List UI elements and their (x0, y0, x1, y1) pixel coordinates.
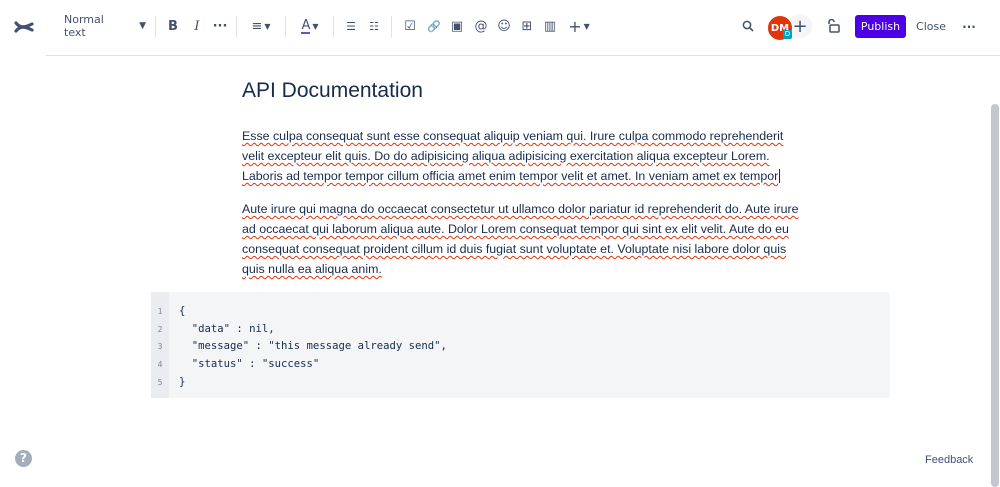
action-item-button[interactable]: ☑ (399, 14, 421, 38)
toolbar-divider (333, 16, 334, 38)
insert-button[interactable]: + ▼ (564, 14, 594, 38)
unlock-icon (828, 19, 840, 33)
code-content[interactable]: { "data" : nil, "message" : "this messag… (169, 292, 447, 398)
toolbar-divider (285, 16, 286, 38)
avatar-badge: D (783, 30, 792, 39)
left-sidebar: ? (0, 0, 46, 487)
line-number: 5 (157, 377, 163, 387)
paragraph-2-text: Aute irure qui magna do occaecat consect… (242, 202, 799, 276)
emoji-button[interactable]: ☺ (493, 14, 515, 38)
text-color-icon: A (301, 17, 311, 34)
chevron-down-icon: ▼ (139, 21, 146, 31)
restrictions-button[interactable] (824, 14, 846, 38)
plus-icon: + (568, 16, 582, 36)
line-number: 2 (157, 324, 163, 334)
bold-button[interactable]: B (162, 14, 184, 38)
table-button[interactable]: ⊞ (516, 14, 538, 38)
toolbar-divider (236, 16, 237, 38)
code-line: } (179, 375, 186, 388)
close-button[interactable]: Close (912, 15, 950, 38)
layouts-button[interactable]: ▥ (539, 14, 561, 38)
numbered-list-button[interactable]: ☷ (363, 14, 385, 38)
publish-button[interactable]: Publish (855, 15, 906, 38)
help-icon[interactable]: ? (15, 450, 32, 467)
more-formatting-button[interactable]: ··· (209, 14, 231, 38)
alignment-button[interactable]: ≡ ▼ (246, 14, 276, 38)
code-line: { (179, 305, 186, 317)
link-button[interactable]: 🔗 (423, 14, 445, 38)
line-number: 4 (157, 360, 163, 370)
chevron-down-icon: ▼ (264, 21, 271, 31)
code-block[interactable]: 1 2 3 4 5 { "data" : nil, "message" : "t… (151, 292, 890, 398)
line-number: 1 (157, 307, 163, 316)
chevron-down-icon: ▼ (583, 21, 590, 31)
toolbar-divider (155, 16, 156, 38)
text-color-button[interactable]: A ▼ (295, 14, 325, 38)
text-cursor (779, 169, 781, 183)
more-options-button[interactable]: ··· (958, 15, 980, 38)
chevron-down-icon: ▼ (312, 21, 319, 31)
italic-button[interactable]: I (186, 14, 208, 38)
bullet-list-button[interactable]: ☰ (340, 14, 362, 38)
feedback-link[interactable]: Feedback (925, 454, 973, 466)
code-line: "data" : nil, (179, 322, 275, 335)
search-icon (742, 20, 754, 32)
mention-button[interactable]: @ (470, 14, 492, 38)
toolbar-divider (391, 16, 392, 38)
vertical-scrollbar[interactable] (991, 104, 999, 487)
confluence-logo-icon[interactable] (14, 17, 34, 37)
text-style-dropdown[interactable]: Normal text ▼ (54, 13, 146, 39)
page-title[interactable]: API Documentation (242, 79, 423, 103)
paragraph-1-text: Esse culpa consequat sunt esse consequat… (242, 129, 784, 183)
code-line: "status" : "success" (179, 358, 320, 371)
line-number: 3 (157, 342, 163, 352)
align-left-icon: ≡ (251, 18, 263, 34)
code-line-numbers: 1 2 3 4 5 (151, 292, 169, 398)
paragraph-2[interactable]: Aute irure qui magna do occaecat consect… (242, 199, 802, 279)
text-style-label: Normal text (64, 13, 104, 39)
image-button[interactable]: ▣ (446, 14, 468, 38)
code-line: "message" : "this message already send", (179, 340, 447, 353)
paragraph-1[interactable]: Esse culpa consequat sunt esse consequat… (242, 126, 802, 186)
search-button[interactable] (737, 14, 759, 38)
